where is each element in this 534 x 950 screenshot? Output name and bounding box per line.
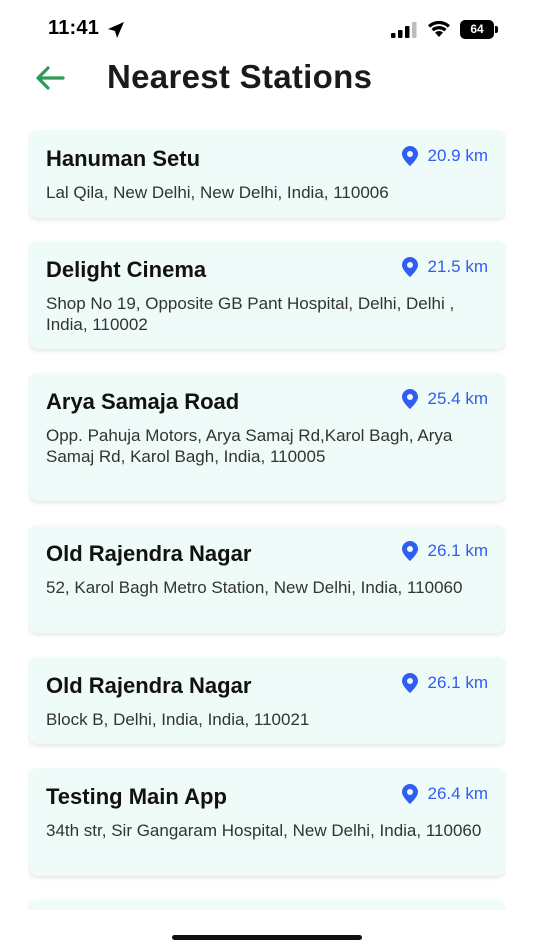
station-card[interactable]: Hanuman Setu 20.9 km Lal Qila, New Delhi… bbox=[28, 130, 506, 218]
station-name: Hanuman Setu bbox=[46, 146, 201, 171]
location-pin-icon bbox=[401, 784, 418, 804]
station-distance: 26.1 km bbox=[401, 541, 488, 561]
cellular-signal-icon bbox=[391, 22, 417, 38]
station-address: 52, Karol Bagh Metro Station, New Delhi,… bbox=[46, 578, 463, 597]
location-pin-icon bbox=[401, 541, 418, 561]
distance-text: 26.1 km bbox=[427, 673, 488, 692]
battery-level: 64 bbox=[460, 20, 494, 39]
station-name: Old Rajendra Nagar bbox=[46, 673, 252, 698]
station-card-partial[interactable] bbox=[28, 900, 506, 910]
station-address: Opp. Pahuja Motors, Arya Samaj Rd,Karol … bbox=[46, 426, 453, 466]
distance-text: 26.1 km bbox=[427, 541, 488, 560]
station-distance: 26.1 km bbox=[401, 673, 488, 693]
header: Nearest Stations bbox=[0, 58, 534, 98]
station-address: Shop No 19, Opposite GB Pant Hospital, D… bbox=[46, 294, 455, 334]
station-card[interactable]: Delight Cinema 21.5 km Shop No 19, Oppos… bbox=[28, 241, 506, 349]
status-bar: 11:41 64 bbox=[0, 0, 534, 58]
station-name: Testing Main App bbox=[46, 784, 227, 809]
location-arrow-icon bbox=[108, 22, 124, 38]
station-distance: 21.5 km bbox=[401, 257, 488, 277]
station-name: Delight Cinema bbox=[46, 257, 207, 282]
station-distance: 25.4 km bbox=[401, 389, 488, 409]
status-time: 11:41 bbox=[48, 17, 100, 39]
distance-text: 26.4 km bbox=[427, 784, 488, 803]
distance-text: 21.5 km bbox=[427, 257, 488, 276]
station-card[interactable]: Testing Main App 26.4 km 34th str, Sir G… bbox=[28, 768, 506, 876]
distance-text: 20.9 km bbox=[427, 146, 488, 165]
location-pin-icon bbox=[401, 389, 418, 409]
battery-icon: 64 bbox=[460, 20, 498, 39]
station-address: 34th str, Sir Gangaram Hospital, New Del… bbox=[46, 821, 482, 840]
station-address: Block B, Delhi, India, India, 110021 bbox=[46, 710, 310, 729]
distance-text: 25.4 km bbox=[427, 389, 488, 408]
station-card[interactable]: Old Rajendra Nagar 26.1 km 52, Karol Bag… bbox=[28, 525, 506, 633]
location-pin-icon bbox=[401, 257, 418, 277]
station-distance: 20.9 km bbox=[401, 146, 488, 166]
station-address: Lal Qila, New Delhi, New Delhi, India, 1… bbox=[46, 183, 389, 202]
location-pin-icon bbox=[401, 673, 418, 693]
battery-cap bbox=[495, 26, 498, 33]
station-card[interactable]: Arya Samaja Road 25.4 km Opp. Pahuja Mot… bbox=[28, 373, 506, 501]
back-arrow-icon[interactable] bbox=[33, 62, 67, 94]
page-title: Nearest Stations bbox=[107, 58, 373, 95]
station-name: Old Rajendra Nagar bbox=[46, 541, 252, 566]
station-name: Arya Samaja Road bbox=[46, 389, 240, 414]
station-card[interactable]: Old Rajendra Nagar 26.1 km Block B, Delh… bbox=[28, 657, 506, 744]
station-list[interactable]: Hanuman Setu 20.9 km Lal Qila, New Delhi… bbox=[28, 130, 506, 910]
station-distance: 26.4 km bbox=[401, 784, 488, 804]
home-indicator bbox=[172, 935, 362, 940]
wifi-icon bbox=[428, 20, 450, 37]
location-pin-icon bbox=[401, 146, 418, 166]
